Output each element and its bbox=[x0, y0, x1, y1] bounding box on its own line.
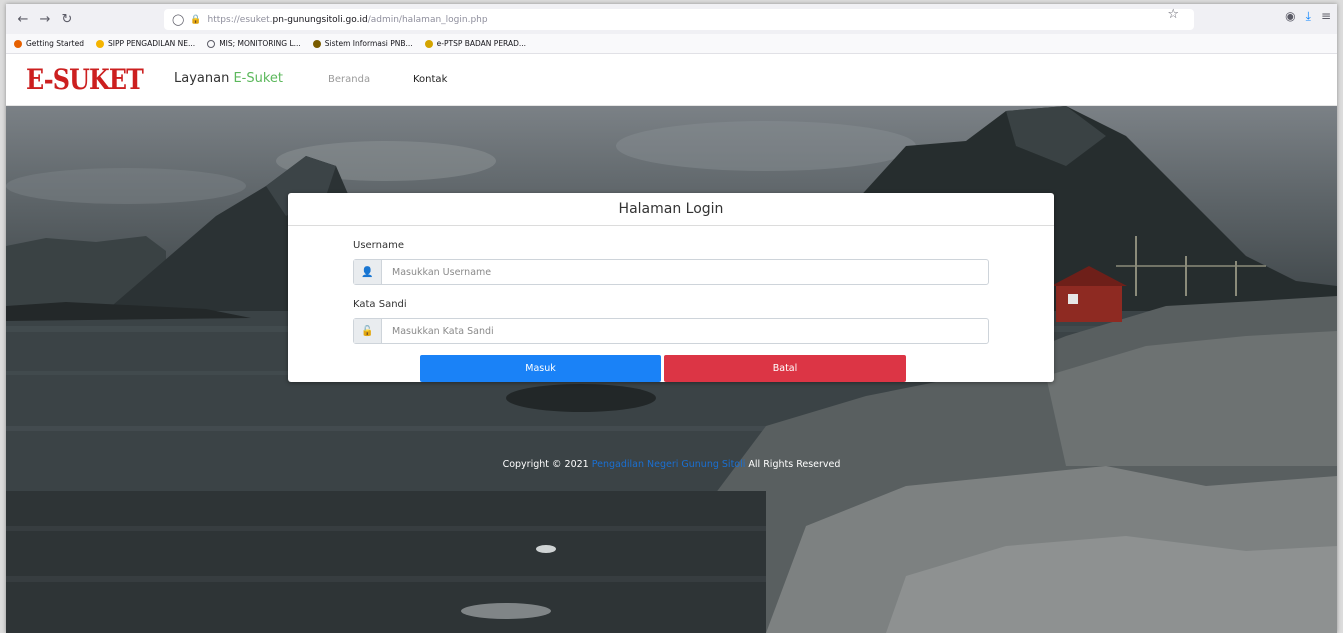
lock-icon[interactable]: 🔒 bbox=[190, 15, 201, 25]
user-icon: 👤 bbox=[354, 260, 382, 284]
nav-link-beranda[interactable]: Beranda bbox=[328, 74, 370, 85]
url-host: pn-gunungsitoli.go.id bbox=[272, 14, 368, 25]
site-navbar: E-SUKET Layanan E-Suket Beranda Kontak bbox=[6, 54, 1337, 106]
bookmark-favicon-icon bbox=[424, 39, 433, 48]
cancel-button[interactable]: Batal bbox=[664, 355, 906, 382]
nav-link-kontak[interactable]: Kontak bbox=[413, 74, 447, 85]
forward-icon[interactable]: → bbox=[34, 8, 56, 30]
menu-icon[interactable]: ≡ bbox=[1321, 9, 1331, 24]
bookmark-favicon-icon bbox=[14, 39, 22, 48]
brand-logo[interactable]: E-SUKET bbox=[26, 63, 144, 96]
login-card: Halaman Login Username 👤 Kata Sandi 🔓 Ma… bbox=[288, 193, 1054, 382]
browser-toolbar: ← → ↻ ◯ 🔒 https://esuket. pn-gunungsitoli… bbox=[6, 4, 1337, 34]
username-input[interactable] bbox=[382, 260, 988, 284]
username-label: Username bbox=[353, 240, 404, 251]
bookmark-item[interactable]: e-PTSP BADAN PERAD... bbox=[424, 39, 526, 48]
password-input-group: 🔓 bbox=[353, 318, 989, 344]
nav-service-title[interactable]: Layanan E-Suket bbox=[174, 71, 283, 86]
court-link[interactable]: Pengadilan Negeri Gunung Sitoli bbox=[592, 459, 746, 470]
browser-window: ← → ↻ ◯ 🔒 https://esuket. pn-gunungsitoli… bbox=[6, 4, 1337, 633]
password-label: Kata Sandi bbox=[353, 299, 407, 310]
bookmarks-bar: Getting Started SIPP PENGADILAN NE... MI… bbox=[6, 34, 1337, 54]
login-header: Halaman Login bbox=[288, 193, 1054, 226]
pocket-icon[interactable]: ◉ bbox=[1285, 9, 1295, 24]
password-input[interactable] bbox=[382, 319, 988, 343]
bookmark-item[interactable]: MIS; MONITORING L... bbox=[207, 39, 301, 48]
back-icon[interactable]: ← bbox=[12, 8, 34, 30]
bookmark-favicon-icon bbox=[96, 39, 104, 48]
bookmark-item[interactable]: Getting Started bbox=[14, 39, 84, 48]
unlock-icon: 🔓 bbox=[354, 319, 382, 343]
address-bar[interactable]: ◯ 🔒 https://esuket. pn-gunungsitoli.go.id… bbox=[164, 9, 1194, 30]
bookmark-favicon-icon bbox=[312, 39, 321, 48]
shield-icon[interactable]: ◯ bbox=[172, 13, 184, 26]
url-path: /admin/halaman_login.php bbox=[367, 14, 488, 25]
url-prefix: https://esuket. bbox=[207, 14, 273, 25]
login-button[interactable]: Masuk bbox=[420, 355, 661, 382]
bookmark-item[interactable]: SIPP PENGADILAN NE... bbox=[96, 39, 195, 48]
copyright-text: Copyright © 2021 Pengadilan Negeri Gunun… bbox=[502, 459, 841, 470]
bookmark-item[interactable]: Sistem Informasi PNB... bbox=[312, 39, 413, 48]
globe-icon bbox=[207, 39, 216, 48]
download-icon[interactable]: ⤓ bbox=[1306, 9, 1311, 24]
toolbar-icons: ◉ ⤓ ≡ bbox=[1285, 9, 1331, 24]
bookmark-star-icon[interactable]: ☆ bbox=[1167, 7, 1179, 22]
reload-icon[interactable]: ↻ bbox=[56, 8, 78, 30]
username-input-group: 👤 bbox=[353, 259, 989, 285]
